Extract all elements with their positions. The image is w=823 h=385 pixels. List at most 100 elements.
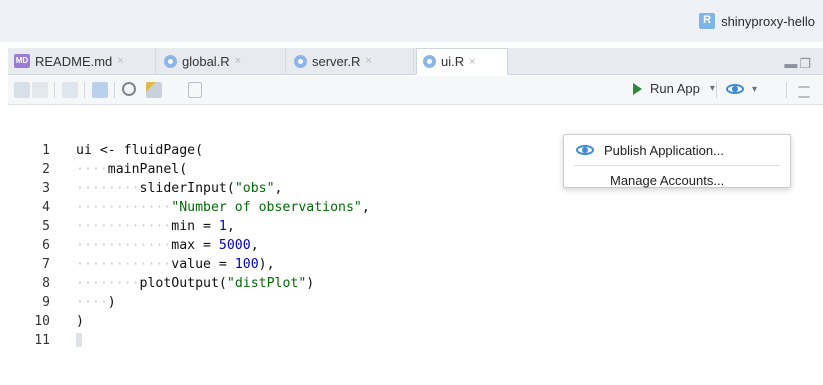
menu-item-manage-accounts[interactable]: Manage Accounts... [564,168,790,192]
show-in-window-icon[interactable] [62,82,78,98]
menu-item-label: Publish Application... [604,142,724,158]
line-number: 6 [42,238,50,253]
line-number: 10 [34,314,50,329]
toolbar-divider [114,82,115,98]
window-controls[interactable]: ▬❐ [784,56,813,72]
line-number-gutter: 1 2 3 4 5 6 7 8 9 10 11 [8,105,56,385]
publish-dropdown-menu: Publish Application... Manage Accounts..… [563,134,791,188]
line-number: 2 [42,162,50,177]
menu-divider [574,165,780,166]
forward-arrow-icon[interactable] [32,82,48,98]
chevron-down-icon[interactable]: ▾ [710,83,715,94]
close-icon[interactable]: × [365,55,371,67]
play-icon [633,82,642,95]
chevron-down-icon[interactable]: ▾ [752,84,757,95]
code-text: ui <- fluidPage( [76,143,204,158]
tab-label: global.R [182,53,230,69]
code-text: , [226,219,235,234]
string-literal: "obs" [234,181,275,196]
publish-icon [726,82,746,96]
whitespace-marker: ········ [76,276,140,291]
menu-item-label: Manage Accounts... [610,172,725,188]
code-line: ············"Number of observations", [76,198,370,217]
tab-ui-r[interactable]: ui.R × [416,48,508,75]
r-file-icon [423,55,436,68]
line-number: 11 [34,333,50,348]
top-bar: shinyproxy-hello [0,0,823,42]
code-line: ············value = 100), [76,255,275,274]
code-text: ) [107,295,116,310]
project-indicator[interactable]: shinyproxy-hello [699,11,815,31]
minimize-icon[interactable]: ▬ [784,56,799,71]
code-text: sliderInput( [139,181,235,196]
compile-report-icon[interactable] [188,82,202,98]
code-line: ········sliderInput("obs", [76,179,282,198]
code-line [76,331,82,350]
editor-toolbar: Run App ▾ ▾ [8,76,823,105]
toolbar-divider [54,82,55,98]
whitespace-marker: ············ [76,238,172,253]
close-icon[interactable]: × [117,55,123,67]
code-line: ············max = 5000, [76,236,259,255]
r-file-icon [294,54,307,68]
tab-label: ui.R [441,54,465,69]
code-text: ) [76,314,84,329]
back-arrow-icon[interactable] [14,82,30,98]
code-text: mainPanel( [107,162,188,177]
tab-readme[interactable]: MD README.md × [8,48,156,74]
tab-global-r[interactable]: global.R × [158,48,286,74]
whitespace-marker: ········ [76,181,140,196]
toolbar-divider [716,82,717,98]
save-icon[interactable] [92,82,108,98]
search-icon[interactable] [122,82,136,96]
r-file-icon [164,54,177,68]
code-line: ············min = 1, [76,217,235,236]
code-text: , [274,181,283,196]
number-literal: 1 [218,219,227,234]
code-line: ui <- fluidPage( [76,141,203,160]
code-text: , [361,200,370,215]
code-line: ····mainPanel( [76,160,187,179]
document-outline-icon[interactable] [798,86,810,98]
string-literal: "distPlot" [226,276,307,291]
run-app-label: Run App [650,81,700,96]
whitespace-marker: ···· [76,295,108,310]
editor-tab-strip: MD README.md × global.R × server.R × ui.… [8,48,823,75]
toolbar-divider [84,82,85,98]
line-number: 4 [42,200,50,215]
string-literal: "Number of observations" [171,200,362,215]
toolbar-divider [786,82,787,98]
code-text: plotOutput( [139,276,227,291]
code-line: ········plotOutput("distPlot") [76,274,314,293]
text-cursor [76,333,82,347]
number-literal: 5000 [218,238,251,253]
line-number: 5 [42,219,50,234]
line-number: 1 [42,143,50,158]
code-text: ) [306,276,315,291]
line-number: 8 [42,276,50,291]
code-text: value = [171,257,235,272]
markdown-file-icon: MD [14,54,30,68]
code-line: ····) [76,293,116,312]
maximize-icon[interactable]: ❐ [799,56,813,71]
run-app-button[interactable]: Run App ▾ [633,81,715,96]
code-tools-wand-icon[interactable] [146,82,162,98]
menu-item-publish-application[interactable]: Publish Application... [564,138,790,162]
close-icon[interactable]: × [235,55,241,67]
whitespace-marker: ············ [76,219,172,234]
code-text: , [250,238,259,253]
whitespace-marker: ···· [76,162,108,177]
close-icon[interactable]: × [469,56,475,68]
tab-label: README.md [35,53,113,69]
code-text: max = [171,238,219,253]
tab-label: server.R [312,53,361,69]
whitespace-marker: ············ [76,257,172,272]
publish-button[interactable]: ▾ [726,82,757,96]
code-text: ), [258,257,275,272]
whitespace-marker: ············ [76,200,172,215]
project-name: shinyproxy-hello [721,13,815,29]
code-text: min = [171,219,219,234]
line-number: 7 [42,257,50,272]
tab-server-r[interactable]: server.R × [288,48,414,74]
line-number: 3 [42,181,50,196]
